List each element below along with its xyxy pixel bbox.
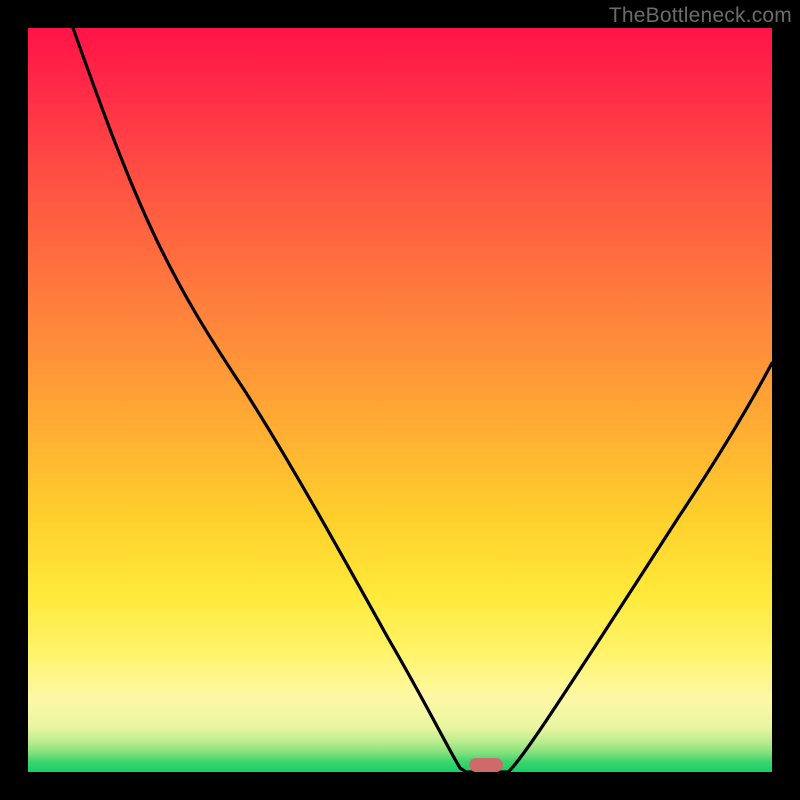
plot-area (28, 28, 772, 772)
curve-path (73, 28, 772, 772)
watermark-text: TheBottleneck.com (609, 4, 792, 28)
optimum-marker (469, 758, 503, 772)
chart-frame: TheBottleneck.com (0, 0, 800, 800)
bottleneck-curve (28, 28, 772, 772)
